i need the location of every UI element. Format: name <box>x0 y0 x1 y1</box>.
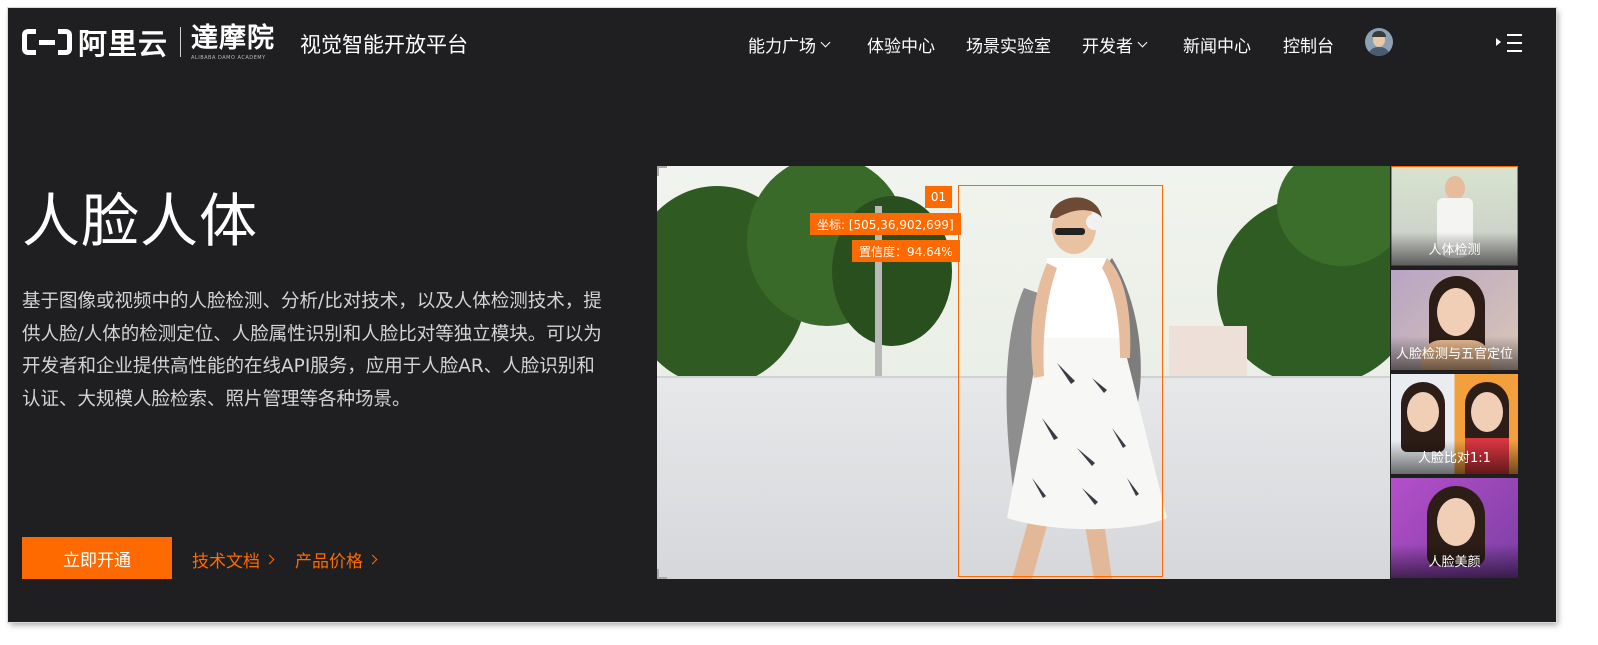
nav-label: 体验中心 <box>867 37 935 57</box>
hero-title: 人脸人体 <box>22 187 259 255</box>
corner-marker <box>657 569 667 579</box>
damo-logo-cn: 達摩院 <box>191 22 276 54</box>
chevron-right-icon <box>264 554 275 565</box>
demo-thumbnails: 人体检测 人脸检测与五官定位 人脸比对1:1 人脸美颜 <box>1390 166 1520 579</box>
detection-coordinates: 坐标: [505,36,902,699] <box>810 213 961 235</box>
chevron-down-icon <box>820 37 831 48</box>
thumbnail-label: 人脸比对1:1 <box>1391 440 1518 474</box>
aliyun-logo-icon <box>22 26 72 58</box>
menu-icon[interactable] <box>1496 32 1522 54</box>
nav-item-scene-lab[interactable]: 场景实验室 <box>966 32 1051 57</box>
logo-divider <box>180 27 182 57</box>
thumbnail-face-beauty[interactable]: 人脸美颜 <box>1391 478 1518 578</box>
user-avatar[interactable] <box>1365 28 1393 56</box>
platform-title[interactable]: 视觉智能开放平台 <box>300 29 468 59</box>
nav-label: 开发者 <box>1082 37 1133 57</box>
activate-now-button[interactable]: 立即开通 <box>22 537 172 579</box>
damo-logo: 達摩院 ALIBABA DAMO ACADEMY <box>191 22 276 61</box>
damo-logo-en: ALIBABA DAMO ACADEMY <box>191 54 266 61</box>
thumbnail-label: 人体检测 <box>1391 232 1518 266</box>
thumbnail-face-landmarks[interactable]: 人脸检测与五官定位 <box>1391 270 1518 370</box>
pricing-link[interactable]: 产品价格 <box>295 547 378 572</box>
page-frame: 阿里云 達摩院 ALIBABA DAMO ACADEMY 视觉智能开放平台 能力… <box>8 8 1556 622</box>
thumbnail-face-compare[interactable]: 人脸比对1:1 <box>1391 374 1518 474</box>
nav-item-experience[interactable]: 体验中心 <box>867 32 935 57</box>
link-label: 产品价格 <box>295 552 363 572</box>
thumbnail-label: 人脸检测与五官定位 <box>1391 336 1518 370</box>
detection-box <box>958 185 1163 577</box>
nav-label: 能力广场 <box>748 37 816 57</box>
demo-image: 01 坐标: [505,36,902,699] 置信度：94.64% <box>657 166 1390 579</box>
nav-label: 控制台 <box>1283 37 1334 57</box>
aliyun-logo[interactable]: 阿里云 達摩院 ALIBABA DAMO ACADEMY <box>22 22 276 61</box>
chevron-down-icon <box>1137 37 1148 48</box>
link-label: 技术文档 <box>192 552 260 572</box>
detection-id-tag: 01 <box>925 186 952 208</box>
top-header: 阿里云 達摩院 ALIBABA DAMO ACADEMY 视觉智能开放平台 能力… <box>8 8 1556 78</box>
logo-text: 阿里云 <box>78 27 169 61</box>
thumbnail-label: 人脸美颜 <box>1391 544 1518 578</box>
corner-marker <box>657 166 667 176</box>
nav-item-console[interactable]: 控制台 <box>1283 32 1334 57</box>
nav-item-developer[interactable]: 开发者 <box>1082 32 1148 57</box>
thumbnail-body-detection[interactable]: 人体检测 <box>1391 166 1518 266</box>
nav-label: 新闻中心 <box>1183 37 1251 57</box>
detection-confidence: 置信度：94.64% <box>852 240 960 262</box>
nav-label: 场景实验室 <box>966 37 1051 57</box>
tech-docs-link[interactable]: 技术文档 <box>192 547 275 572</box>
nav-item-capabilities[interactable]: 能力广场 <box>748 32 831 57</box>
nav-item-news[interactable]: 新闻中心 <box>1183 32 1251 57</box>
chevron-right-icon <box>367 554 378 565</box>
hero-description: 基于图像或视频中的人脸检测、分析/比对技术，以及人体检测技术，提供人脸/人体的检… <box>22 291 602 410</box>
